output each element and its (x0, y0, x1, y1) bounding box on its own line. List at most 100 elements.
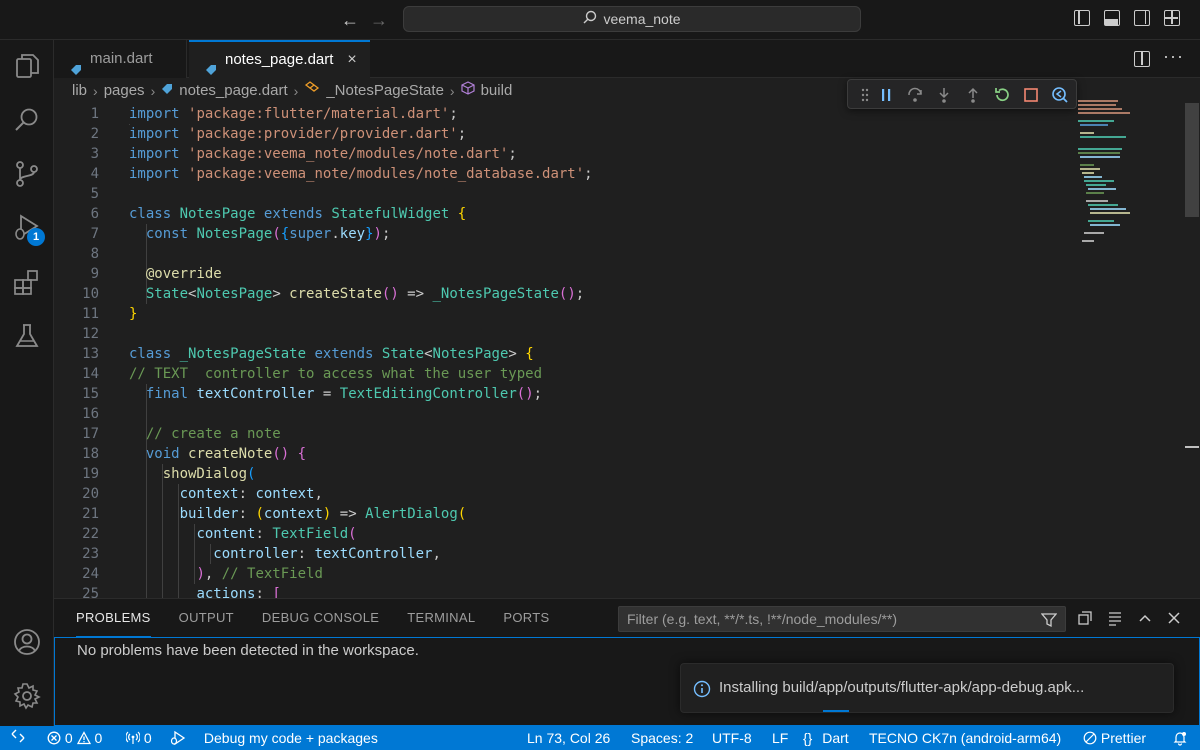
drag-handle-icon[interactable] (856, 86, 874, 104)
error-count: 0 (64, 730, 73, 746)
chevron-right-icon: › (449, 83, 455, 99)
step-into-icon[interactable] (935, 86, 953, 104)
manage-gear-icon[interactable] (11, 680, 43, 712)
line-number: 15 (82, 386, 99, 402)
braces-icon: {} (803, 730, 813, 746)
tab-problems[interactable]: PROBLEMS (76, 599, 151, 637)
notification-progress-bar (823, 710, 849, 712)
search-icon[interactable] (11, 104, 43, 136)
language-status[interactable]: {} Dart (803, 726, 849, 750)
ports-status[interactable]: 0 (125, 726, 152, 750)
account-icon[interactable] (11, 626, 43, 658)
pause-icon[interactable] (877, 86, 895, 104)
line-number: 8 (90, 246, 99, 262)
tab-terminal[interactable]: TERMINAL (407, 599, 475, 637)
line-number: 5 (90, 186, 99, 202)
line-number: 25 (82, 586, 99, 598)
explorer-icon[interactable] (11, 50, 43, 82)
restart-icon[interactable] (993, 86, 1011, 104)
filter-icon[interactable] (1040, 611, 1058, 628)
line-number: 1 (90, 106, 99, 122)
maximize-panel-icon[interactable] (1137, 610, 1153, 626)
class-symbol-icon (304, 80, 320, 102)
tab-main-dart[interactable]: main.dart (54, 40, 187, 78)
line-number: 19 (82, 466, 99, 482)
line-number: 11 (82, 306, 99, 322)
line-number: 16 (82, 406, 99, 422)
line-number: 20 (82, 486, 99, 502)
line-number: 4 (90, 166, 99, 182)
stop-icon[interactable] (1022, 86, 1040, 104)
language-label: Dart (822, 730, 849, 746)
chevron-right-icon: › (293, 83, 299, 99)
minimap[interactable] (1070, 100, 1180, 260)
customize-layout-icon[interactable] (1164, 10, 1180, 26)
device-status[interactable]: TECNO CK7n (android-arm64) (869, 726, 1061, 750)
search-icon (583, 7, 597, 31)
line-number: 13 (82, 346, 99, 362)
prettier-status[interactable]: Prettier (1083, 726, 1146, 750)
close-panel-icon[interactable] (1166, 610, 1182, 626)
tab-label: notes_page.dart (225, 51, 334, 68)
view-as-list-icon[interactable] (1107, 610, 1123, 626)
line-number: 3 (90, 146, 99, 162)
dart-file-icon (161, 80, 173, 102)
indentation-status[interactable]: Spaces: 2 (631, 726, 693, 750)
extensions-icon[interactable] (11, 266, 43, 298)
toggle-panel-icon[interactable] (1104, 10, 1120, 26)
tab-debug-console[interactable]: DEBUG CONSOLE (262, 599, 379, 637)
testing-icon[interactable] (11, 320, 43, 352)
check-double-icon (1083, 730, 1097, 746)
code-editor[interactable]: 1 import 'package:flutter/material.dart';… (54, 104, 1184, 598)
debug-config-status[interactable]: Debug my code + packages (170, 726, 378, 750)
broadcast-icon (125, 730, 141, 746)
breadcrumb-item-file[interactable]: notes_page.dart (179, 80, 287, 102)
tab-notes-page-dart[interactable]: notes_page.dart × (189, 40, 370, 78)
tab-label: main.dart (90, 50, 153, 67)
source-control-icon[interactable] (11, 158, 43, 190)
dart-file-icon (70, 53, 82, 75)
step-over-icon[interactable] (906, 86, 924, 104)
problems-status[interactable]: 0 0 (47, 726, 102, 750)
breadcrumb-item-class[interactable]: _NotesPageState (326, 80, 444, 102)
inspect-widget-icon[interactable] (1051, 86, 1069, 104)
method-symbol-icon (460, 80, 475, 102)
line-number: 23 (82, 546, 99, 562)
tab-output[interactable]: OUTPUT (179, 599, 234, 637)
collapse-all-icon[interactable] (1077, 610, 1093, 626)
forward-button[interactable]: → (367, 8, 391, 32)
remote-indicator-icon[interactable] (0, 726, 36, 750)
debug-badge: 1 (27, 228, 45, 246)
editor-tab-bar: main.dart notes_page.dart × ··· (54, 40, 1200, 78)
notification-toast[interactable]: Installing build/app/outputs/flutter-apk… (680, 663, 1174, 713)
notifications-bell-icon[interactable] (1172, 726, 1188, 750)
error-icon (47, 730, 61, 746)
split-editor-icon[interactable] (1134, 51, 1150, 67)
line-number: 14 (82, 366, 99, 382)
dart-file-icon (205, 54, 217, 75)
breadcrumb-item-lib[interactable]: lib (72, 80, 87, 102)
debug-alt-icon (170, 730, 186, 746)
eol-status[interactable]: LF (772, 726, 788, 750)
more-actions-icon[interactable]: ··· (1163, 46, 1184, 67)
tab-ports[interactable]: PORTS (503, 599, 549, 637)
editor-scrollbar-thumb[interactable] (1185, 103, 1199, 217)
warning-icon (76, 730, 91, 746)
breadcrumb-item-method[interactable]: build (481, 80, 513, 102)
line-number: 9 (90, 266, 99, 282)
back-button[interactable]: ← (338, 8, 362, 32)
command-center-search[interactable]: veema_note (403, 6, 861, 32)
debug-config-label: Debug my code + packages (203, 730, 378, 746)
close-icon[interactable]: × (347, 42, 356, 78)
toggle-secondary-sidebar-icon[interactable] (1134, 10, 1150, 26)
warning-count: 0 (94, 730, 103, 746)
cursor-position-status[interactable]: Ln 73, Col 26 (527, 726, 610, 750)
problems-filter-input[interactable]: Filter (e.g. text, **/*.ts, !**/node_mod… (618, 606, 1066, 632)
line-number: 7 (90, 226, 99, 242)
toggle-primary-sidebar-icon[interactable] (1074, 10, 1090, 26)
line-number: 21 (82, 506, 99, 522)
encoding-status[interactable]: UTF-8 (712, 726, 752, 750)
breadcrumb-item-pages[interactable]: pages (104, 80, 145, 102)
filter-placeholder: Filter (e.g. text, **/*.ts, !**/node_mod… (627, 611, 898, 627)
step-out-icon[interactable] (964, 86, 982, 104)
